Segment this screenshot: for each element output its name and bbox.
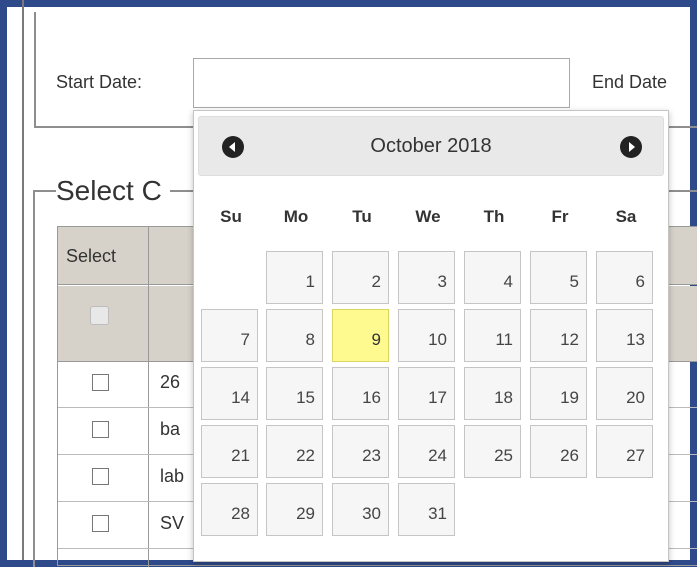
calendar-day[interactable]: 14 <box>201 367 258 420</box>
datepicker-month-title: October 2018 <box>370 135 492 157</box>
weekday-header: Tu <box>352 207 372 226</box>
row-label: ba <box>160 419 181 439</box>
calendar-day[interactable]: 9 <box>332 309 389 362</box>
outer-border <box>22 0 24 560</box>
calendar-day[interactable]: 17 <box>398 367 455 420</box>
calendar-day[interactable]: 19 <box>530 367 587 420</box>
calendar-day[interactable]: 22 <box>266 425 323 478</box>
datepicker-header: October 2018 <box>198 116 664 176</box>
calendar-day[interactable]: 20 <box>596 367 653 420</box>
calendar-day[interactable]: 12 <box>530 309 587 362</box>
calendar-day[interactable]: 7 <box>201 309 258 362</box>
select-column-header: Select <box>66 246 117 266</box>
calendar-day[interactable]: 13 <box>596 309 653 362</box>
calendar-day[interactable]: 29 <box>266 483 323 536</box>
start-date-input[interactable] <box>193 58 570 108</box>
select-all-checkbox[interactable] <box>90 306 109 325</box>
weekday-header: We <box>415 207 441 226</box>
row-checkbox[interactable] <box>92 515 109 532</box>
weekday-header: Th <box>483 207 505 226</box>
calendar-day[interactable]: 10 <box>398 309 455 362</box>
weekday-header: Mo <box>283 207 309 226</box>
calendar-day[interactable]: 8 <box>266 309 323 362</box>
fieldset-legend: Select C <box>56 175 170 207</box>
calendar-day[interactable]: 27 <box>596 425 653 478</box>
calendar-day[interactable]: 30 <box>332 483 389 536</box>
calendar-day[interactable]: 4 <box>464 251 521 304</box>
end-date-label: End Date <box>592 72 668 92</box>
row-checkbox[interactable] <box>92 468 109 485</box>
calendar-day[interactable]: 15 <box>266 367 323 420</box>
datepicker-popup: October 2018 Su Mo Tu We Th Fr Sa 1 2 3 4 5 6 7 8 9 10 11… <box>193 110 669 562</box>
calendar-day[interactable]: 18 <box>464 367 521 420</box>
calendar-day[interactable]: 1 <box>266 251 323 304</box>
row-label: SV <box>160 513 185 533</box>
calendar-day[interactable]: 11 <box>464 309 521 362</box>
calendar-day[interactable]: 3 <box>398 251 455 304</box>
calendar-day[interactable]: 23 <box>332 425 389 478</box>
calendar-day[interactable]: 28 <box>201 483 258 536</box>
row-checkbox[interactable] <box>92 374 109 391</box>
start-date-label: Start Date: <box>56 72 143 92</box>
row-label: 26 <box>160 372 181 392</box>
calendar-day[interactable]: 6 <box>596 251 653 304</box>
calendar-day[interactable]: 24 <box>398 425 455 478</box>
calendar-day[interactable]: 25 <box>464 425 521 478</box>
row-label: lab <box>160 466 185 486</box>
calendar-day[interactable]: 31 <box>398 483 455 536</box>
next-month-icon[interactable] <box>620 136 642 158</box>
calendar-day[interactable]: 16 <box>332 367 389 420</box>
calendar-day[interactable]: 2 <box>332 251 389 304</box>
weekday-header: Fr <box>551 207 569 226</box>
row-checkbox[interactable] <box>92 421 109 438</box>
calendar-day[interactable]: 21 <box>201 425 258 478</box>
weekday-header: Sa <box>615 207 637 226</box>
weekday-header: Su <box>220 207 242 226</box>
calendar-day[interactable]: 5 <box>530 251 587 304</box>
calendar-day[interactable]: 26 <box>530 425 587 478</box>
